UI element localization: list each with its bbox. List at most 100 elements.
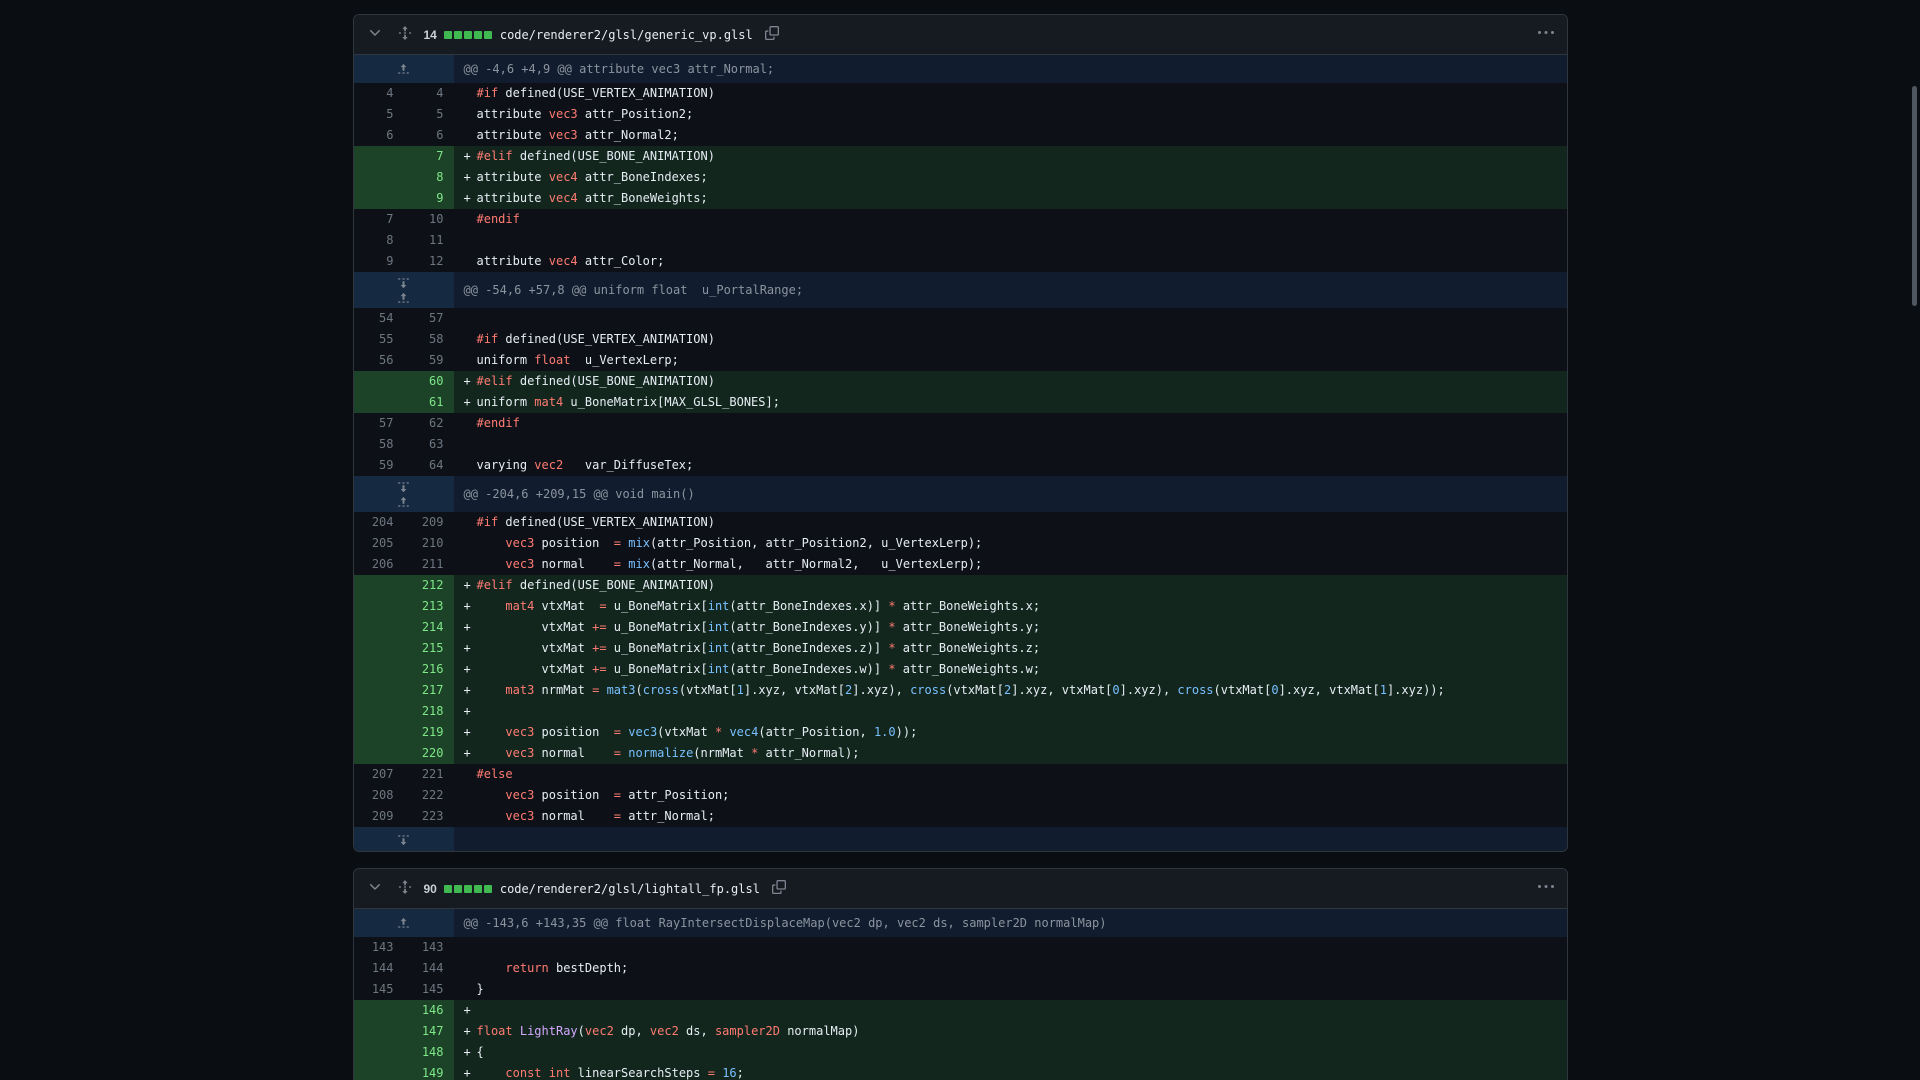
old-line-number[interactable]: 208 <box>354 785 404 806</box>
copy-path-button[interactable] <box>768 878 790 900</box>
old-line-number[interactable] <box>354 680 404 701</box>
old-line-number[interactable]: 207 <box>354 764 404 785</box>
new-line-number[interactable]: 145 <box>404 979 454 1000</box>
old-line-number[interactable]: 5 <box>354 104 404 125</box>
new-line-number[interactable]: 10 <box>404 209 454 230</box>
new-line-number[interactable]: 209 <box>404 512 454 533</box>
old-line-number[interactable]: 59 <box>354 455 404 476</box>
old-line-number[interactable] <box>354 1000 404 1021</box>
old-line-number[interactable]: 55 <box>354 329 404 350</box>
new-line-number[interactable]: 220 <box>404 743 454 764</box>
new-line-number[interactable]: 149 <box>404 1063 454 1080</box>
copy-path-button[interactable] <box>761 24 783 46</box>
new-line-number[interactable]: 5 <box>404 104 454 125</box>
old-line-number[interactable]: 4 <box>354 83 404 104</box>
scrollbar-thumb[interactable] <box>1912 86 1917 306</box>
old-line-number[interactable] <box>354 638 404 659</box>
new-line-number[interactable]: 215 <box>404 638 454 659</box>
old-line-number[interactable]: 206 <box>354 554 404 575</box>
old-line-number[interactable] <box>354 167 404 188</box>
old-line-number[interactable]: 209 <box>354 806 404 827</box>
new-line-number[interactable]: 218 <box>404 701 454 722</box>
expand-all-button[interactable] <box>394 878 416 900</box>
new-line-number[interactable]: 11 <box>404 230 454 251</box>
expand-down-button[interactable] <box>354 831 454 847</box>
expand-all-button[interactable] <box>394 24 416 46</box>
old-line-number[interactable] <box>354 617 404 638</box>
collapse-file-button[interactable] <box>364 24 386 46</box>
old-line-number[interactable] <box>354 371 404 392</box>
old-line-number[interactable]: 58 <box>354 434 404 455</box>
new-line-number[interactable]: 223 <box>404 806 454 827</box>
old-line-number[interactable] <box>354 1063 404 1080</box>
old-line-number[interactable]: 7 <box>354 209 404 230</box>
old-line-number[interactable] <box>354 701 404 722</box>
old-line-number[interactable]: 54 <box>354 308 404 329</box>
file-menu-button[interactable] <box>1535 878 1557 900</box>
new-line-number[interactable]: 148 <box>404 1042 454 1063</box>
diff-marker: + <box>464 617 477 638</box>
expand-down-button[interactable] <box>354 274 454 290</box>
new-line-number[interactable]: 8 <box>404 167 454 188</box>
new-line-number[interactable]: 4 <box>404 83 454 104</box>
new-line-number[interactable]: 214 <box>404 617 454 638</box>
new-line-number[interactable]: 219 <box>404 722 454 743</box>
old-line-number[interactable]: 6 <box>354 125 404 146</box>
new-line-number[interactable]: 213 <box>404 596 454 617</box>
diff-line-added: 61+uniform mat4 u_BoneMatrix[MAX_GLSL_BO… <box>354 392 1567 413</box>
code-cell: vec3 position = attr_Position; <box>454 785 1567 806</box>
old-line-number[interactable] <box>354 743 404 764</box>
old-line-number[interactable] <box>354 1021 404 1042</box>
new-line-number[interactable]: 216 <box>404 659 454 680</box>
new-line-number[interactable]: 144 <box>404 958 454 979</box>
old-line-number[interactable]: 144 <box>354 958 404 979</box>
new-line-number[interactable]: 211 <box>404 554 454 575</box>
new-line-number[interactable]: 62 <box>404 413 454 434</box>
expand-up-button[interactable] <box>354 915 454 931</box>
new-line-number[interactable]: 61 <box>404 392 454 413</box>
new-line-number[interactable]: 63 <box>404 434 454 455</box>
old-line-number[interactable]: 9 <box>354 251 404 272</box>
file-menu-button[interactable] <box>1535 24 1557 46</box>
code-cell <box>454 937 1567 958</box>
old-line-number[interactable]: 8 <box>354 230 404 251</box>
old-line-number[interactable] <box>354 188 404 209</box>
old-line-number[interactable] <box>354 596 404 617</box>
new-line-number[interactable]: 60 <box>404 371 454 392</box>
new-line-number[interactable]: 210 <box>404 533 454 554</box>
old-line-number[interactable] <box>354 659 404 680</box>
new-line-number[interactable]: 59 <box>404 350 454 371</box>
collapse-file-button[interactable] <box>364 878 386 900</box>
old-line-number[interactable] <box>354 146 404 167</box>
new-line-number[interactable]: 7 <box>404 146 454 167</box>
new-line-number[interactable]: 212 <box>404 575 454 596</box>
old-line-number[interactable]: 143 <box>354 937 404 958</box>
new-line-number[interactable]: 64 <box>404 455 454 476</box>
expand-up-button[interactable] <box>354 494 454 510</box>
new-line-number[interactable]: 146 <box>404 1000 454 1021</box>
new-line-number[interactable]: 221 <box>404 764 454 785</box>
new-line-number[interactable]: 147 <box>404 1021 454 1042</box>
old-line-number[interactable] <box>354 392 404 413</box>
new-line-number[interactable]: 9 <box>404 188 454 209</box>
old-line-number[interactable] <box>354 575 404 596</box>
old-line-number[interactable]: 57 <box>354 413 404 434</box>
expand-up-button[interactable] <box>354 61 454 77</box>
new-line-number[interactable]: 57 <box>404 308 454 329</box>
new-line-number[interactable]: 222 <box>404 785 454 806</box>
old-line-number[interactable]: 205 <box>354 533 404 554</box>
new-line-number[interactable]: 12 <box>404 251 454 272</box>
old-line-number[interactable]: 204 <box>354 512 404 533</box>
new-line-number[interactable]: 143 <box>404 937 454 958</box>
old-line-number[interactable]: 56 <box>354 350 404 371</box>
new-line-number[interactable]: 58 <box>404 329 454 350</box>
diff-marker: + <box>464 1021 477 1042</box>
old-line-number[interactable]: 145 <box>354 979 404 1000</box>
new-line-number[interactable]: 217 <box>404 680 454 701</box>
old-line-number[interactable] <box>354 722 404 743</box>
new-line-number[interactable]: 6 <box>404 125 454 146</box>
old-line-number[interactable] <box>354 1042 404 1063</box>
code-text: #elif defined(USE_BONE_ANIMATION) <box>477 149 715 163</box>
expand-up-button[interactable] <box>354 290 454 306</box>
expand-down-button[interactable] <box>354 478 454 494</box>
